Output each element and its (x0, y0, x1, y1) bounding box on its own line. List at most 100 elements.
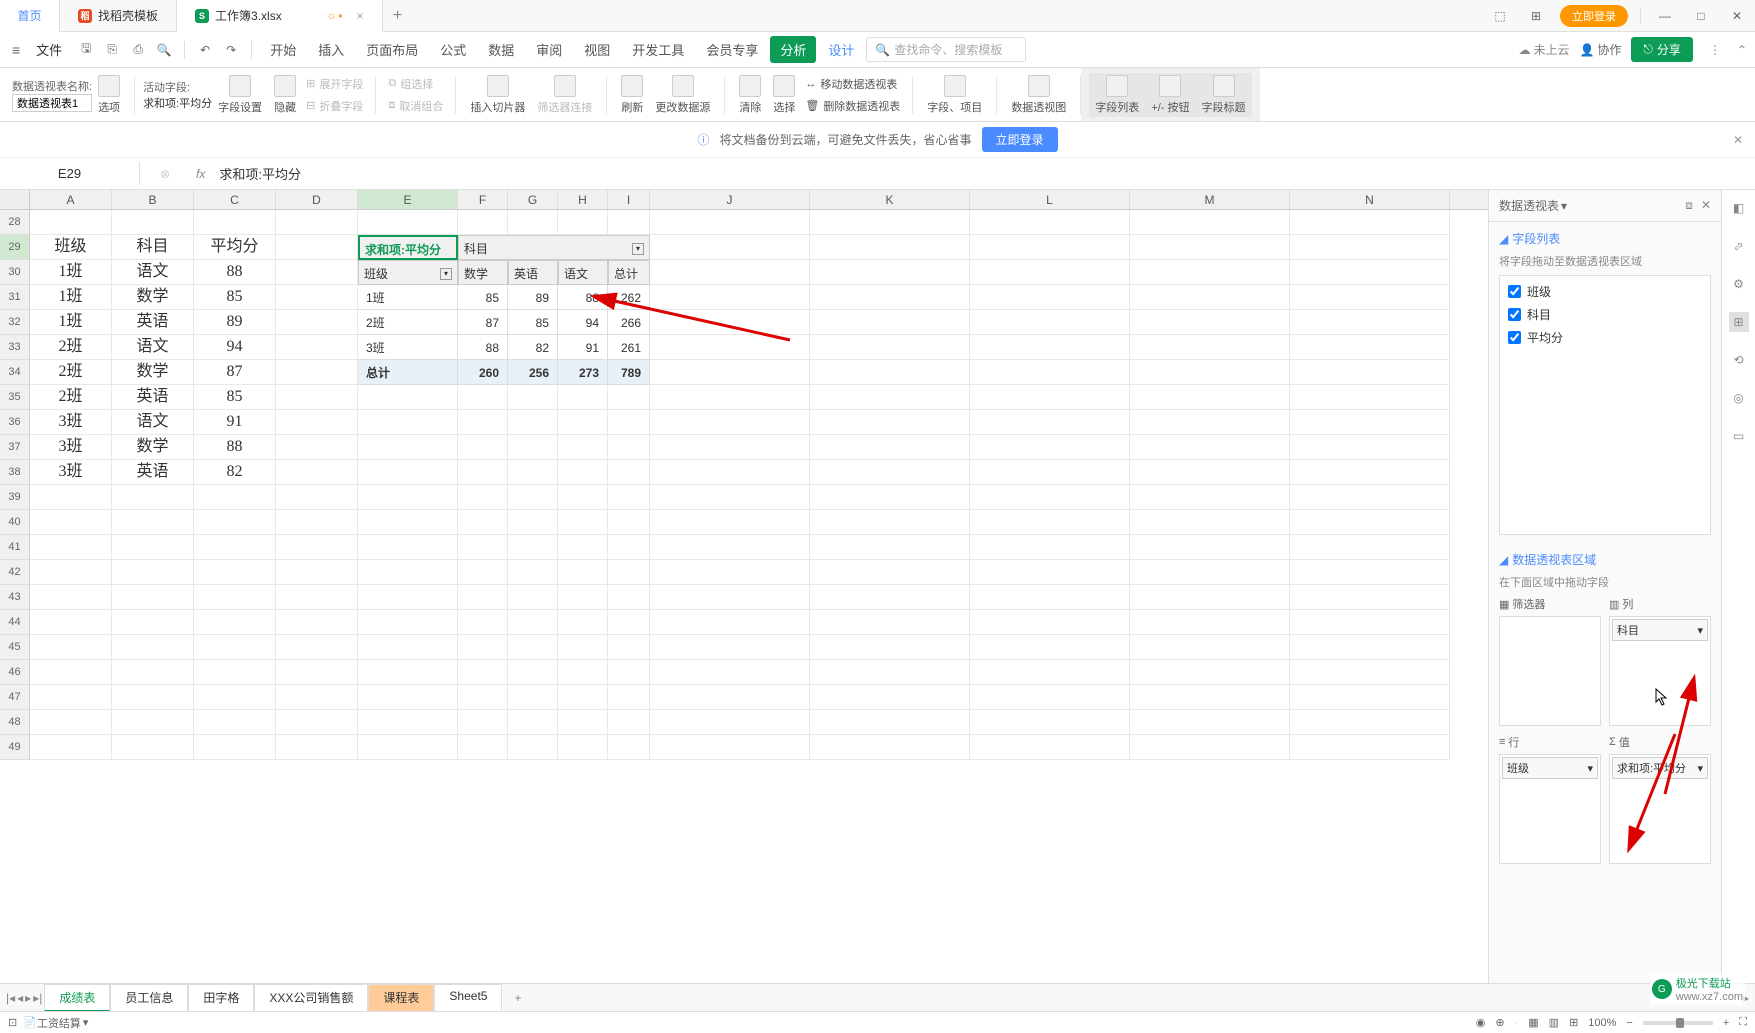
cell[interactable] (650, 460, 810, 485)
cell[interactable] (1130, 610, 1290, 635)
cell[interactable] (1130, 385, 1290, 410)
cell[interactable] (810, 610, 970, 635)
cell[interactable] (810, 335, 970, 360)
cell[interactable] (608, 660, 650, 685)
cell[interactable] (30, 485, 112, 510)
cell[interactable] (608, 510, 650, 535)
pivot-panel-icon[interactable]: ⊞ (1729, 312, 1749, 332)
share-button[interactable]: ⎋分享 (1631, 37, 1693, 62)
cell[interactable] (970, 335, 1130, 360)
cell[interactable] (608, 385, 650, 410)
cell[interactable]: 3班 (30, 410, 112, 435)
options-button[interactable]: 选项 (92, 73, 126, 117)
cell[interactable] (1290, 660, 1450, 685)
cell[interactable] (1290, 735, 1450, 760)
cell[interactable] (112, 560, 194, 585)
cell[interactable] (1130, 410, 1290, 435)
chevron-down-icon[interactable]: ▾ (1561, 199, 1567, 213)
next-sheet-icon[interactable]: ▸ (25, 991, 31, 1005)
cell[interactable]: 1班 (358, 285, 458, 310)
cell[interactable] (970, 485, 1130, 510)
cell[interactable] (358, 685, 458, 710)
cell[interactable] (650, 435, 810, 460)
cell[interactable] (458, 510, 508, 535)
column-header[interactable]: A (30, 190, 112, 209)
cell[interactable] (1290, 435, 1450, 460)
page-view-icon[interactable]: ▥ (1549, 1016, 1559, 1029)
cell[interactable] (358, 435, 458, 460)
fullscreen-icon[interactable]: ⛶ (1739, 1016, 1747, 1029)
window-icon[interactable]: ▭ (1729, 426, 1749, 446)
menu-start[interactable]: 开始 (260, 36, 306, 63)
cell[interactable] (608, 460, 650, 485)
cell[interactable]: 85 (458, 285, 508, 310)
cell[interactable] (650, 585, 810, 610)
cell[interactable] (970, 235, 1130, 260)
cell[interactable] (194, 610, 276, 635)
cell[interactable] (30, 535, 112, 560)
hamburger-icon[interactable]: ≡ (8, 42, 24, 58)
menu-devtools[interactable]: 开发工具 (622, 36, 694, 63)
layout-icon[interactable]: ⬚ (1488, 4, 1512, 28)
row-header[interactable]: 28 (0, 210, 30, 235)
cell[interactable] (1290, 235, 1450, 260)
cell[interactable] (1130, 435, 1290, 460)
cell[interactable] (358, 385, 458, 410)
cell[interactable]: 1班 (30, 310, 112, 335)
cell[interactable] (970, 610, 1130, 635)
cell[interactable] (276, 585, 358, 610)
template-tab[interactable]: 稻 找稻壳模板 (60, 0, 177, 32)
select-tool-icon[interactable]: ⬀ (1729, 236, 1749, 256)
zoom-out-icon[interactable]: − (1626, 1017, 1632, 1029)
cell[interactable] (1290, 585, 1450, 610)
row-header[interactable]: 35 (0, 385, 30, 410)
cell[interactable] (650, 610, 810, 635)
cell[interactable] (650, 335, 810, 360)
field-item-class[interactable]: 班级 (1504, 280, 1706, 303)
field-item-subject[interactable]: 科目 (1504, 303, 1706, 326)
row-header[interactable]: 42 (0, 560, 30, 585)
cell[interactable] (650, 535, 810, 560)
cell[interactable] (810, 660, 970, 685)
cell[interactable] (970, 260, 1130, 285)
cell[interactable] (810, 510, 970, 535)
cell[interactable] (650, 735, 810, 760)
cell[interactable] (508, 210, 558, 235)
cell[interactable] (1130, 710, 1290, 735)
cell[interactable]: 英语 (112, 385, 194, 410)
cell[interactable] (650, 210, 810, 235)
sheet-tab[interactable]: 田字格 (188, 984, 254, 1012)
cell[interactable]: 87 (458, 310, 508, 335)
cell[interactable] (970, 635, 1130, 660)
row-header[interactable]: 36 (0, 410, 30, 435)
row-header[interactable]: 45 (0, 635, 30, 660)
cell[interactable] (650, 510, 810, 535)
cell[interactable] (508, 735, 558, 760)
cell[interactable] (970, 360, 1130, 385)
reading-mode-icon[interactable]: ⊕ (1495, 1016, 1504, 1029)
cell[interactable]: 科目▾ (458, 235, 650, 260)
command-search[interactable]: 🔍 查找命令、搜索模板 (866, 37, 1026, 62)
cell[interactable] (810, 435, 970, 460)
cell[interactable] (810, 210, 970, 235)
file-menu[interactable]: 文件 (26, 36, 72, 63)
cell[interactable] (810, 385, 970, 410)
cell[interactable] (650, 685, 810, 710)
cell[interactable] (810, 360, 970, 385)
cell[interactable] (1130, 360, 1290, 385)
cell[interactable]: 261 (608, 335, 650, 360)
cell[interactable] (1290, 710, 1450, 735)
cell[interactable] (810, 460, 970, 485)
cell[interactable] (1130, 335, 1290, 360)
cell[interactable] (112, 510, 194, 535)
sheet-tab[interactable]: XXX公司销售额 (254, 984, 368, 1012)
cell[interactable] (1130, 285, 1290, 310)
cell[interactable] (970, 535, 1130, 560)
home-tab[interactable]: 首页 (0, 0, 60, 32)
cell[interactable] (810, 310, 970, 335)
field-checkbox[interactable] (1508, 285, 1521, 298)
cell[interactable] (650, 260, 810, 285)
cell[interactable] (608, 710, 650, 735)
sheet-tab[interactable]: Sheet5 (434, 984, 502, 1012)
cell[interactable] (276, 610, 358, 635)
